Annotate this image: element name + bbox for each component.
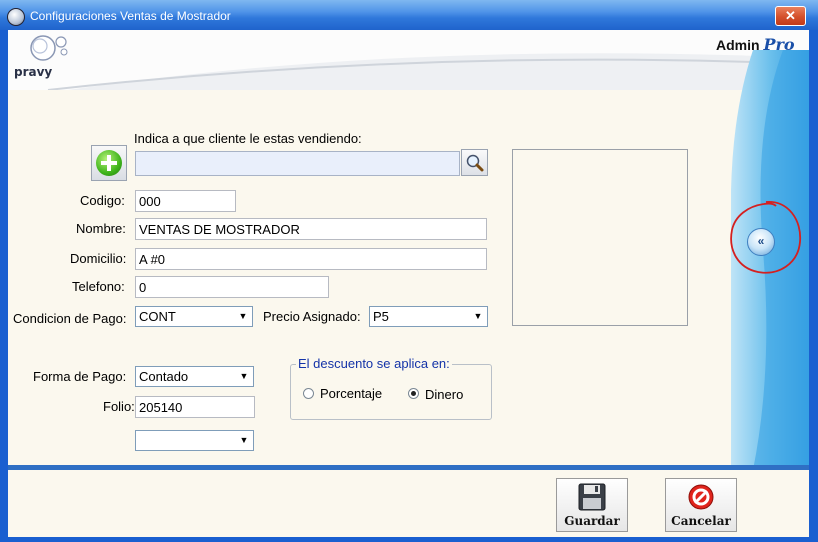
cancel-icon [688,484,714,510]
telefono-label: Telefono: [72,279,125,294]
folio-label: Folio: [103,399,135,414]
pravy-logo-icon [30,35,68,61]
dialog-body: pravy Admin Pro Indica a que cliente le … [8,30,809,537]
save-button[interactable]: Guardar [556,478,628,532]
add-client-button[interactable] [91,145,127,181]
precio-select[interactable]: P5 ▼ [369,306,488,327]
window-title: Configuraciones Ventas de Mostrador [30,9,231,23]
close-icon: ✕ [785,8,796,23]
red-annotation-circle [730,201,801,274]
forma-pago-value: Contado [139,369,189,384]
extra-select[interactable]: ▼ [135,430,254,451]
porcentaje-label[interactable]: Porcentaje [320,386,382,401]
header-banner: pravy Admin Pro [8,30,809,90]
bottom-toolbar: Guardar Cancelar [8,470,809,537]
client-search-input[interactable] [135,151,460,176]
magnifier-icon [466,154,483,172]
header-swoosh [47,53,809,90]
chevron-down-icon[interactable]: ▼ [236,368,252,385]
condicion-select[interactable]: CONT ▼ [135,306,253,327]
forma-pago-select[interactable]: Contado ▼ [135,366,254,387]
forma-pago-label: Forma de Pago: [33,369,127,384]
floppy-disk-icon [578,483,606,511]
dinero-radio[interactable] [408,388,419,399]
porcentaje-radio[interactable] [303,388,314,399]
chevron-down-icon[interactable]: ▼ [235,308,251,325]
save-button-label: Guardar [564,514,620,528]
nombre-label: Nombre: [76,221,126,236]
domicilio-label: Domicilio: [70,251,127,266]
logo-text: pravy [14,65,53,79]
folio-field[interactable]: 205140 [135,396,255,418]
title-bar[interactable]: Configuraciones Ventas de Mostrador ✕ [0,0,818,30]
client-preview-box [512,149,688,326]
chevron-down-icon[interactable]: ▼ [470,308,486,325]
codigo-field[interactable]: 000 [135,190,236,212]
condicion-value: CONT [139,309,176,324]
precio-value: P5 [373,309,389,324]
chevron-down-icon[interactable]: ▼ [236,432,252,449]
dinero-label[interactable]: Dinero [425,387,463,402]
plus-icon [96,150,122,176]
app-window: Configuraciones Ventas de Mostrador ✕ pr… [0,0,818,542]
client-prompt-label: Indica a que cliente le estas vendiendo: [134,131,362,146]
domicilio-field[interactable]: A #0 [135,248,487,270]
cancel-button[interactable]: Cancelar [665,478,737,532]
search-button[interactable] [461,149,488,176]
close-button[interactable]: ✕ [775,6,806,26]
app-icon [7,8,25,26]
nombre-field[interactable]: VENTAS DE MOSTRADOR [135,218,487,240]
codigo-label: Codigo: [80,193,125,208]
precio-label: Precio Asignado: [263,309,361,324]
condicion-label: Condicion de Pago: [13,311,127,326]
cancel-button-label: Cancelar [671,514,731,528]
telefono-field[interactable]: 0 [135,276,329,298]
discount-legend: El descuento se aplica en: [296,356,452,371]
